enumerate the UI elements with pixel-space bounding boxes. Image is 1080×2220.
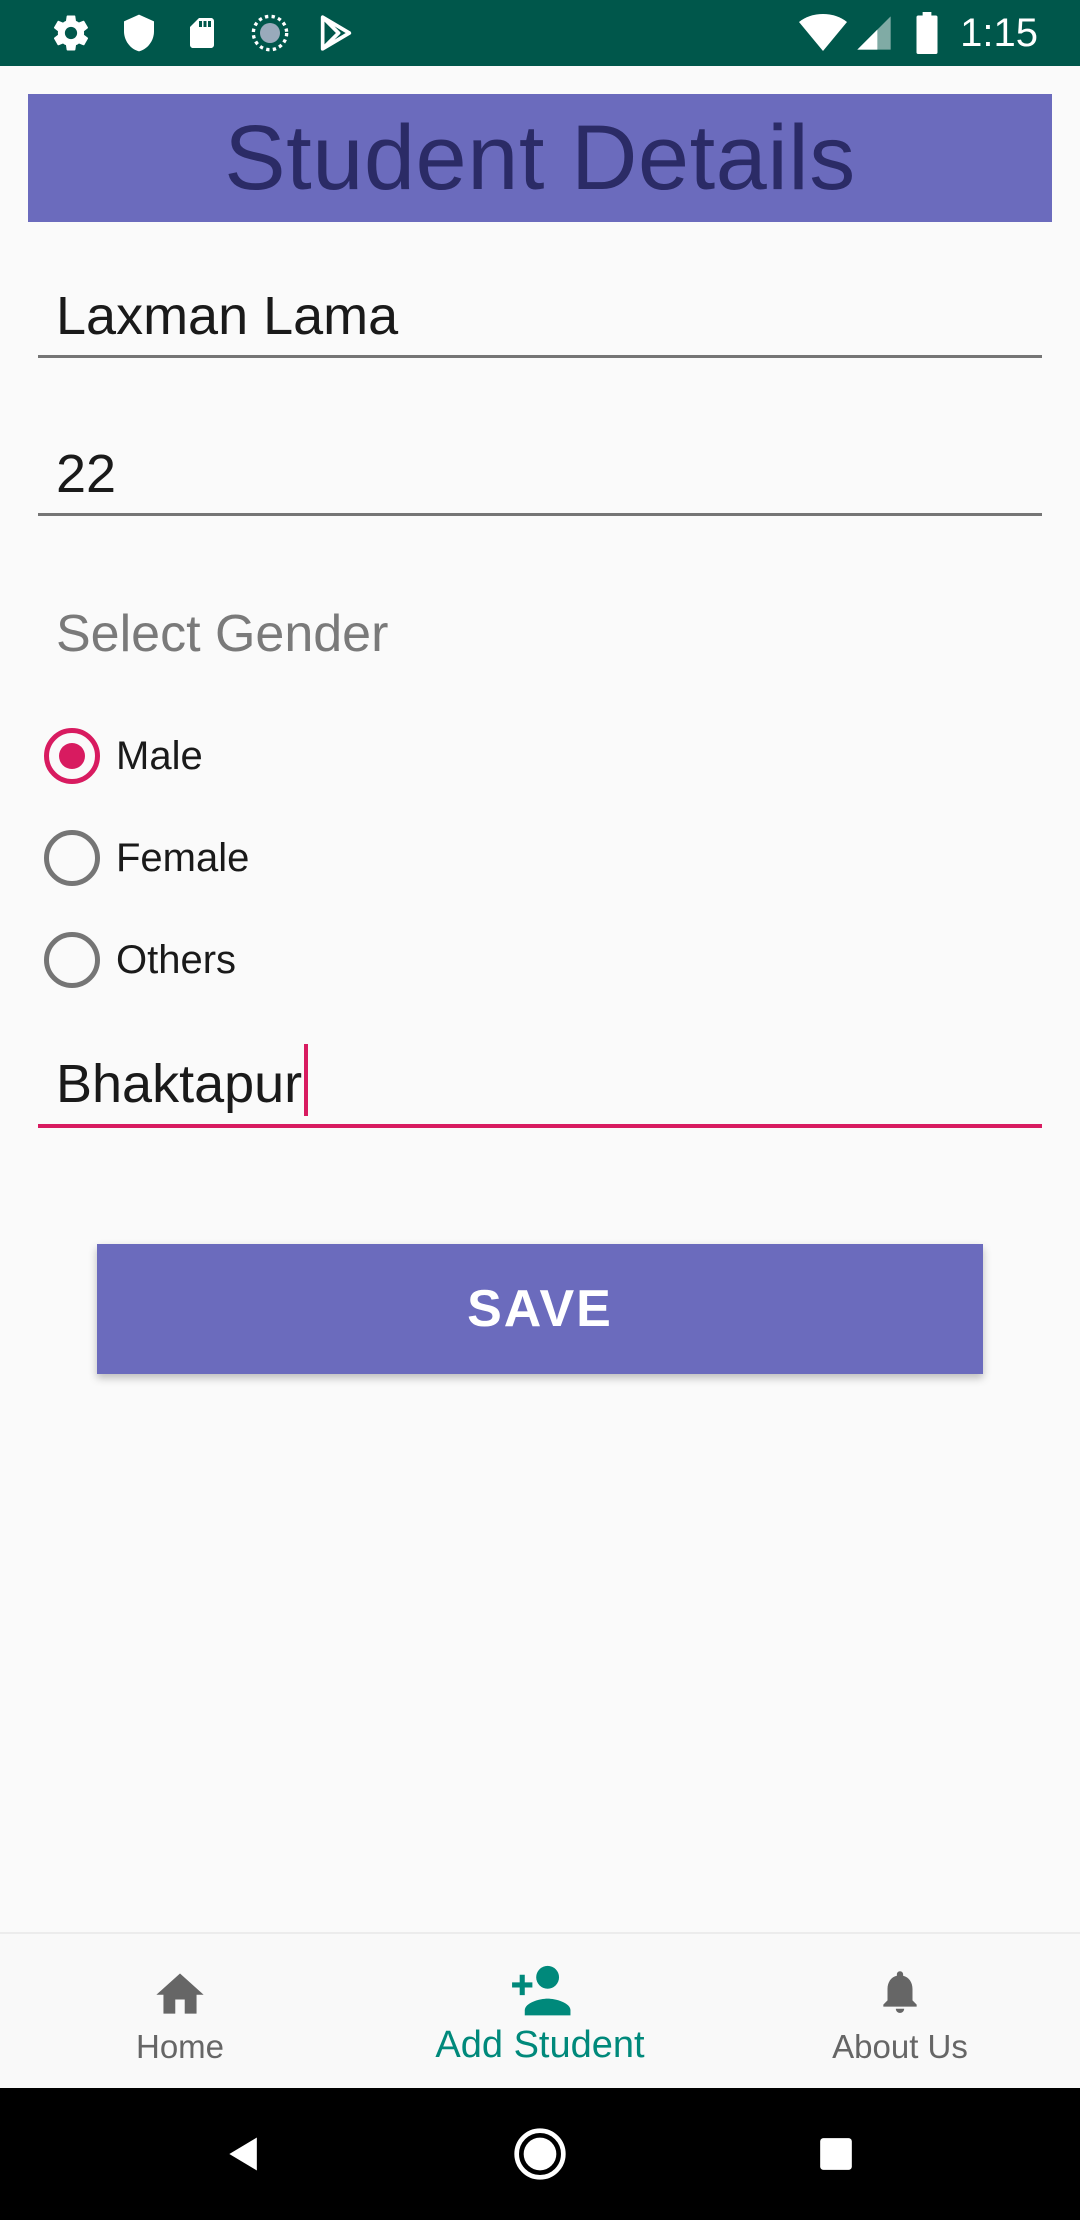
- name-field[interactable]: Laxman Lama: [38, 276, 1042, 358]
- back-icon[interactable]: [214, 2124, 274, 2184]
- signal-icon: [852, 12, 896, 54]
- radio-option-female[interactable]: Female: [44, 828, 249, 888]
- settings-icon: [48, 12, 94, 54]
- nav-label-home: Home: [135, 2028, 225, 2065]
- sync-icon: [248, 12, 292, 54]
- bell-icon: [875, 1960, 925, 2020]
- nav-item-add-student[interactable]: Add Student: [360, 1934, 720, 2090]
- nav-item-about-us[interactable]: About Us: [720, 1934, 1080, 2090]
- play-store-icon: [314, 12, 358, 54]
- radio-label-female: Female: [116, 835, 250, 880]
- radio-button-others[interactable]: [44, 932, 100, 988]
- address-field[interactable]: Bhaktapur: [38, 1044, 1042, 1128]
- radio-button-male[interactable]: [44, 728, 100, 784]
- home-icon: [151, 1960, 209, 2020]
- age-field-value: 22: [56, 444, 117, 504]
- home-circle-icon[interactable]: [510, 2124, 570, 2184]
- status-time: 1:15: [960, 10, 1038, 55]
- wifi-icon: [798, 12, 848, 54]
- radio-label-male: Male: [116, 733, 203, 778]
- nav-label-add-student: Add Student: [435, 2024, 645, 2066]
- radio-option-others[interactable]: Others: [44, 930, 236, 990]
- name-field-value: Laxman Lama: [56, 286, 399, 346]
- address-text: Bhaktapur: [56, 1054, 303, 1114]
- shield-icon: [116, 12, 162, 54]
- radio-label-others: Others: [116, 937, 237, 982]
- page-title: Student Details: [224, 106, 856, 209]
- bottom-navigation: Home Add Student About Us: [0, 1932, 1080, 2088]
- text-cursor: [304, 1044, 309, 1116]
- header-banner: Student Details: [28, 94, 1052, 222]
- system-navigation-bar: [0, 2088, 1080, 2220]
- radio-option-male[interactable]: Male: [44, 726, 203, 786]
- recents-icon[interactable]: [806, 2124, 866, 2184]
- add-person-icon: [507, 1960, 573, 2020]
- battery-icon: [912, 12, 942, 54]
- nav-item-home[interactable]: Home: [0, 1934, 360, 2090]
- app-screen: 1:15 Student Details Laxman Lama 22 Sele…: [0, 0, 1080, 2220]
- radio-button-female[interactable]: [44, 830, 100, 886]
- address-field-value: Bhaktapur: [56, 1044, 309, 1116]
- age-field[interactable]: 22: [38, 434, 1042, 516]
- gender-label: Select Gender: [56, 605, 389, 663]
- save-button[interactable]: SAVE: [97, 1244, 983, 1374]
- status-bar: 1:15: [0, 0, 1080, 66]
- sd-card-icon: [182, 12, 222, 54]
- nav-label-about-us: About Us: [832, 2028, 968, 2065]
